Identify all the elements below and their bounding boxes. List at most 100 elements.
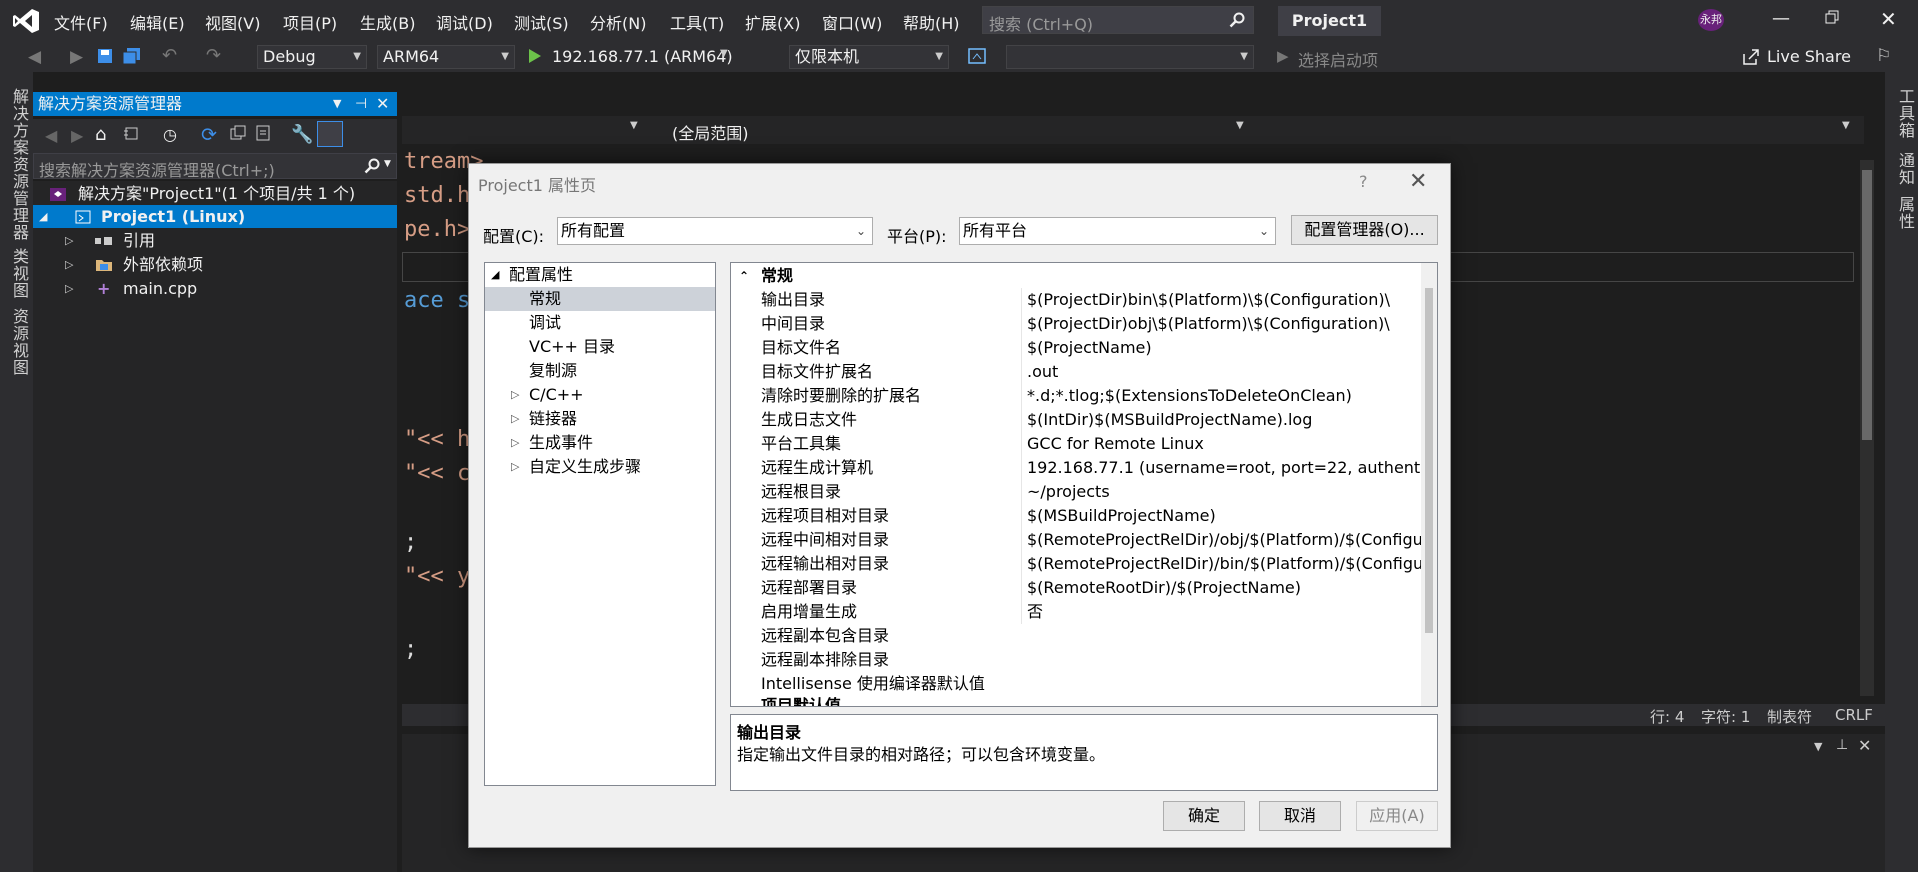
tab-class-view[interactable]: 类视图: [7, 248, 31, 299]
grid-row[interactable]: 远程输出相对目录 $(RemoteProjectRelDir)/bin/$(Pla…: [731, 552, 1421, 576]
preview-selected-items-icon[interactable]: [317, 121, 343, 147]
vertical-scrollbar[interactable]: [1860, 160, 1874, 696]
grid-row[interactable]: 中间目录 $(ProjectDir)obj\$(Platform)\$(Confi…: [731, 312, 1421, 336]
redo-icon[interactable]: ↷: [206, 45, 221, 66]
tab-resource-view[interactable]: 资源视图: [7, 308, 31, 376]
grid-row[interactable]: 生成日志文件 $(IntDir)$(MSBuildProjectName).log: [731, 408, 1421, 432]
menu-analyze[interactable]: 分析(N): [590, 10, 646, 34]
back-icon[interactable]: ◀: [45, 126, 57, 145]
tab-solution-explorer[interactable]: 解决方案资源管理器: [7, 88, 31, 241]
tab-indicator[interactable]: 制表符: [1767, 706, 1812, 727]
property-value[interactable]: $(ProjectDir)obj\$(Platform)\$(Configura…: [1021, 312, 1421, 336]
menu-edit[interactable]: 编辑(E): [130, 10, 185, 34]
property-value[interactable]: *.d;*.tlog;$(ExtensionsToDeleteOnClean): [1021, 384, 1421, 408]
dialog-close-icon[interactable]: ✕: [1409, 169, 1427, 194]
nav-debugging[interactable]: 调试: [485, 311, 715, 335]
property-value[interactable]: GCC for Remote Linux: [1021, 432, 1421, 456]
cancel-button[interactable]: 取消: [1259, 801, 1341, 831]
chevron-down-icon[interactable]: ⌄: [739, 694, 749, 706]
forward-icon[interactable]: ▶: [71, 126, 83, 145]
tab-properties[interactable]: 属性: [1893, 196, 1917, 230]
visual-studio-logo-icon[interactable]: [12, 8, 40, 34]
collapse-arrow-icon[interactable]: ▷: [511, 407, 519, 431]
nav-general[interactable]: 常规: [485, 287, 715, 311]
property-value[interactable]: $(IntDir)$(MSBuildProjectName).log: [1021, 408, 1421, 432]
show-all-files-icon[interactable]: [255, 125, 271, 141]
collapse-arrow-icon[interactable]: ▷: [65, 229, 73, 252]
menu-window[interactable]: 窗口(W): [822, 10, 882, 34]
grid-row[interactable]: 平台工具集 GCC for Remote Linux: [731, 432, 1421, 456]
grid-section-header[interactable]: ⌃ 常规: [731, 264, 1421, 288]
chevron-down-icon[interactable]: ▼: [333, 92, 341, 116]
scrollbar-thumb[interactable]: [1425, 288, 1433, 633]
tab-notifications[interactable]: 通知: [1893, 152, 1917, 186]
grid-scrollbar[interactable]: [1421, 263, 1437, 706]
grid-row[interactable]: 远程项目相对目录 $(MSBuildProjectName): [731, 504, 1421, 528]
tree-item-solution[interactable]: 解决方案"Project1"(1 个项目/共 1 个): [33, 182, 397, 205]
live-share-icon[interactable]: [1742, 48, 1760, 66]
home-icon[interactable]: ⌂: [95, 124, 106, 145]
pin-icon[interactable]: ⊥: [1836, 737, 1848, 753]
menu-test[interactable]: 测试(S): [514, 10, 569, 34]
grid-row[interactable]: 输出目录 $(ProjectDir)bin\$(Platform)\$(Confi…: [731, 288, 1421, 312]
menu-build[interactable]: 生成(B): [360, 10, 415, 34]
startup-item-select[interactable]: 选择启动项: [1298, 47, 1378, 71]
collapse-all-icon[interactable]: [230, 125, 246, 141]
switch-views-icon[interactable]: [123, 125, 139, 141]
property-value[interactable]: $(ProjectDir)bin\$(Platform)\$(Configura…: [1021, 288, 1421, 312]
grid-row[interactable]: 远程部署目录 $(RemoteRootDir)/$(ProjectName): [731, 576, 1421, 600]
help-button[interactable]: ?: [1359, 172, 1368, 191]
close-panel-icon[interactable]: ✕: [1858, 736, 1871, 755]
menu-help[interactable]: 帮助(H): [903, 10, 960, 34]
collapse-arrow-icon[interactable]: ▷: [511, 455, 519, 479]
grid-section-header[interactable]: ⌄ 项目默认值: [731, 694, 1421, 706]
nav-copy-sources[interactable]: 复制源: [485, 359, 715, 383]
property-value[interactable]: $(ProjectName): [1021, 336, 1421, 360]
scope-select[interactable]: (全局范围): [672, 120, 749, 144]
undo-icon[interactable]: ↶: [162, 45, 177, 66]
pin-icon[interactable]: ⊣: [355, 92, 367, 116]
expand-arrow-icon[interactable]: ◢: [39, 205, 47, 228]
property-value[interactable]: 192.168.77.1 (username=root, port=22, au…: [1021, 456, 1421, 480]
chevron-up-icon[interactable]: ⌃: [739, 264, 749, 288]
browser-icon[interactable]: [968, 48, 986, 64]
save-icon[interactable]: [97, 48, 113, 64]
start-debugging-icon[interactable]: [528, 48, 542, 64]
feedback-icon[interactable]: ⚐: [1876, 46, 1891, 66]
refresh-icon[interactable]: ⟳: [201, 124, 217, 146]
solution-explorer-search-input[interactable]: 搜索解决方案资源管理器(Ctrl+;) ▼: [33, 153, 397, 180]
grid-row[interactable]: 清除时要删除的扩展名 *.d;*.tlog;$(ExtensionsToDelet…: [731, 384, 1421, 408]
collapse-arrow-icon[interactable]: ▷: [511, 431, 519, 455]
save-all-icon[interactable]: [123, 48, 141, 64]
grid-row[interactable]: Intellisense 使用编译器默认值: [731, 672, 1421, 696]
scrollbar-thumb[interactable]: [1862, 170, 1872, 440]
nav-c-cpp[interactable]: ▷ C/C++: [485, 383, 715, 407]
grid-row[interactable]: 远程根目录 ~/projects: [731, 480, 1421, 504]
menu-debug[interactable]: 调试(D): [436, 10, 493, 34]
char-indicator[interactable]: 字符: 1: [1701, 706, 1750, 727]
debug-scope-select[interactable]: 仅限本机 ▼: [789, 45, 949, 69]
nav-config-properties[interactable]: ◢ 配置属性: [485, 263, 715, 287]
collapse-arrow-icon[interactable]: ▷: [65, 277, 73, 300]
property-value[interactable]: 否: [1021, 600, 1421, 624]
grid-row[interactable]: 远程中间相对目录 $(RemoteProjectRelDir)/obj/$(Pla…: [731, 528, 1421, 552]
configuration-manager-button[interactable]: 配置管理器(O)...: [1291, 215, 1438, 245]
property-value[interactable]: $(MSBuildProjectName): [1021, 504, 1421, 528]
grid-row[interactable]: 远程副本包含目录: [731, 624, 1421, 648]
grid-row[interactable]: 远程生成计算机 192.168.77.1 (username=root, port…: [731, 456, 1421, 480]
nav-custom-build-step[interactable]: ▷ 自定义生成步骤: [485, 455, 715, 479]
expand-arrow-icon[interactable]: ◢: [491, 263, 499, 287]
chevron-down-icon[interactable]: ▼: [720, 48, 728, 59]
menu-file[interactable]: 文件(F): [54, 10, 108, 34]
tab-toolbox[interactable]: 工具箱: [1893, 88, 1917, 139]
apply-button[interactable]: 应用(A): [1356, 801, 1438, 831]
configuration-select[interactable]: 所有配置 ⌄: [557, 217, 873, 245]
tree-item-references[interactable]: ▷ 引用: [33, 229, 397, 252]
grid-row[interactable]: 目标文件名 $(ProjectName): [731, 336, 1421, 360]
property-value[interactable]: ~/projects: [1021, 480, 1421, 504]
close-panel-icon[interactable]: ✕: [376, 92, 389, 116]
chevron-down-icon[interactable]: ▼: [630, 120, 638, 131]
properties-wrench-icon[interactable]: 🔧: [291, 124, 313, 145]
property-value[interactable]: $(RemoteProjectRelDir)/obj/$(Platform)/$…: [1021, 528, 1421, 552]
restore-icon[interactable]: [1825, 10, 1839, 24]
